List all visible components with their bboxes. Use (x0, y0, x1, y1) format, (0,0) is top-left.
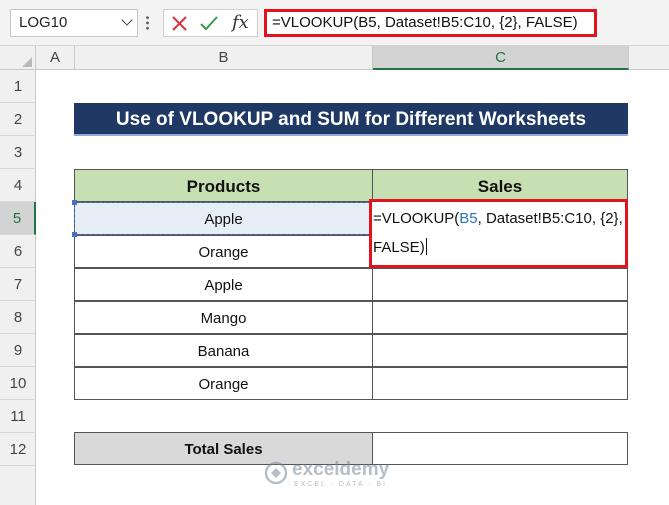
row-header-1[interactable]: 1 (0, 70, 36, 103)
header-cell-products[interactable]: Products (74, 169, 373, 202)
text-caret (425, 238, 427, 255)
header-cell-sales[interactable]: Sales (372, 169, 628, 202)
referenced-cell-highlight (74, 202, 373, 235)
row-header-3[interactable]: 3 (0, 136, 36, 169)
editor-cell-reference: B5 (459, 210, 478, 227)
editor-prefix: =VLOOKUP( (373, 210, 460, 227)
column-header-c[interactable]: C (373, 46, 629, 70)
row-header-9[interactable]: 9 (0, 334, 36, 367)
range-handle[interactable] (72, 200, 77, 205)
select-all-button[interactable] (0, 46, 36, 70)
more-options-icon[interactable] (146, 15, 149, 31)
name-box-value: LOG10 (19, 14, 68, 31)
sales-cell[interactable] (372, 268, 628, 301)
product-cell[interactable]: Banana (74, 334, 373, 367)
product-cell[interactable]: Apple (74, 268, 373, 301)
product-cell[interactable]: Orange (74, 235, 373, 268)
row-header-6[interactable]: 6 (0, 235, 36, 268)
column-header-a[interactable]: A (36, 46, 75, 70)
cell-editor[interactable]: =VLOOKUP(B5, Dataset!B5:C10, {2}, FALSE) (369, 199, 628, 268)
row-header-11[interactable]: 11 (0, 400, 36, 433)
chevron-down-icon[interactable] (121, 14, 133, 26)
range-handle[interactable] (72, 232, 77, 237)
formula-bar: LOG10 fx =VLOOKUP(B5, Dataset!B5:C10, {2… (0, 0, 669, 46)
row-header-4[interactable]: 4 (0, 169, 36, 202)
formula-actions: fx (163, 9, 258, 37)
column-header-b[interactable]: B (75, 46, 373, 70)
exceldemy-logo-icon (264, 461, 288, 485)
sales-cell[interactable] (372, 367, 628, 400)
row-header-5[interactable]: 5 (0, 202, 36, 235)
product-cell[interactable]: Orange (74, 367, 373, 400)
insert-function-icon[interactable]: fx (232, 12, 249, 33)
watermark-name: exceldemy (292, 459, 390, 480)
row-header: 1 2 3 4 5 6 7 8 9 10 11 12 (0, 70, 36, 505)
formula-input[interactable]: =VLOOKUP(B5, Dataset!B5:C10, {2}, FALSE) (264, 9, 597, 37)
row-header-10[interactable]: 10 (0, 367, 36, 400)
product-cell[interactable]: Mango (74, 301, 373, 334)
name-box[interactable]: LOG10 (10, 9, 138, 37)
total-sales-value[interactable] (372, 432, 628, 465)
row-header-7[interactable]: 7 (0, 268, 36, 301)
watermark-tagline: EXCEL · DATA · BI (294, 481, 387, 488)
sheet-title[interactable]: Use of VLOOKUP and SUM for Different Wor… (74, 103, 628, 136)
row-header-12[interactable]: 12 (0, 433, 36, 466)
sales-cell[interactable] (372, 334, 628, 367)
sales-cell[interactable] (372, 301, 628, 334)
cancel-icon[interactable] (171, 15, 188, 32)
column-header: A B C (0, 46, 669, 70)
row-header-2[interactable]: 2 (0, 103, 36, 136)
row-header-8[interactable]: 8 (0, 301, 36, 334)
enter-check-icon[interactable] (199, 15, 219, 32)
